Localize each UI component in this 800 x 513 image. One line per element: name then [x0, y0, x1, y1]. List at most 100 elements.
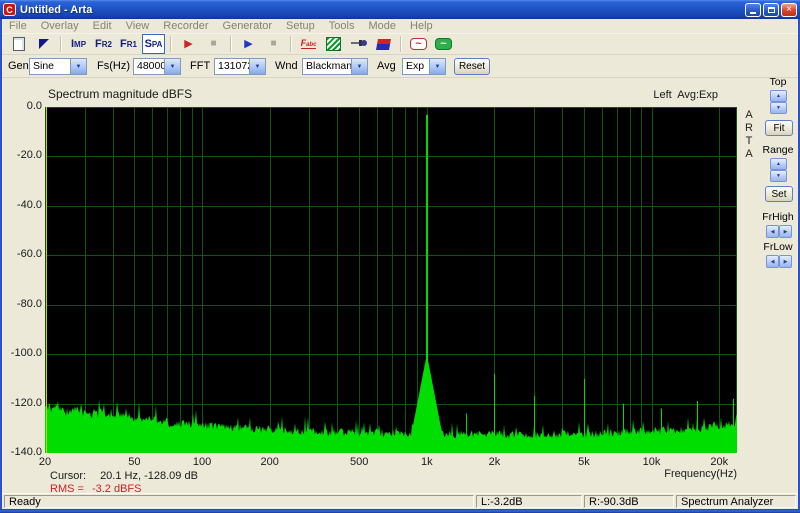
signal-generator-button[interactable]: ~ [407, 34, 430, 54]
arrow-down-icon: ▼ [776, 173, 781, 179]
status-ready: Ready [4, 495, 474, 508]
window-select[interactable]: Blackman3 ▼ [302, 58, 368, 75]
maximize-button[interactable] [763, 2, 779, 17]
minimize-icon [750, 12, 756, 14]
window-value: Blackman3 [306, 60, 351, 72]
x-tick-label: 10k [642, 456, 661, 468]
fft-label: FFT [190, 60, 211, 72]
menu-bar: File Overlay Edit View Recorder Generator Setu… [2, 19, 798, 33]
fft-size-select[interactable]: 131072 ▼ [214, 58, 266, 75]
menu-tools[interactable]: Tools [322, 20, 362, 32]
control-bar: Gen Sine ▼ Fs(Hz) 48000 ▼ FFT 131072 ▼ W… [2, 55, 798, 78]
y-tick-label: -20.0 [16, 149, 42, 162]
menu-view[interactable]: View [119, 20, 157, 32]
generator-play-button[interactable]: ▶ [237, 34, 260, 54]
imp-mode-button[interactable]: IMP [67, 34, 90, 54]
wnd-label: Wnd [275, 60, 298, 72]
frlow-left-button[interactable]: ◀ [766, 255, 779, 268]
window-title: Untitled - Arta [20, 3, 93, 16]
scope-button[interactable]: ~ [432, 34, 455, 54]
chevron-down-icon[interactable]: ▼ [351, 59, 367, 74]
range-spinner: ▲ ▼ [770, 158, 787, 182]
top-up-button[interactable]: ▲ [770, 90, 787, 102]
y-tick-label: 0.0 [26, 100, 42, 112]
cursor-readout-value: 20.1 Hz, -128.09 dB [100, 470, 198, 482]
cursor-readout: Cursor: 20.1 Hz, -128.09 dB [50, 470, 198, 482]
status-right-level-text: R:-90.3dB [589, 495, 639, 508]
avg-label: Avg [377, 60, 396, 72]
menu-mode[interactable]: Mode [361, 20, 403, 32]
arta-window: C Untitled - Arta × File Overlay Edit View R… [0, 0, 800, 513]
overlay-flag-button[interactable] [32, 34, 55, 54]
record-play-icon: ▶ [184, 37, 193, 50]
menu-edit[interactable]: Edit [86, 20, 119, 32]
generator-stop-icon: ■ [270, 38, 277, 49]
plot-border [45, 107, 737, 453]
chevron-down-icon[interactable]: ▼ [164, 59, 180, 74]
record-start-button[interactable]: ▶ [177, 34, 200, 54]
status-mode: Spectrum Analyzer [676, 495, 796, 508]
arrow-right-icon: ▶ [783, 258, 788, 265]
fr1-mode-button-label: FR1 [120, 37, 137, 50]
maximize-icon [767, 6, 775, 13]
new-document-icon [12, 37, 25, 51]
microphone-button[interactable] [347, 34, 370, 54]
toolbar-separator [290, 36, 292, 52]
arrow-up-icon: ▲ [776, 93, 781, 99]
chevron-down-icon[interactable]: ▼ [70, 59, 86, 74]
sample-rate-select[interactable]: 48000 ▼ [133, 58, 181, 75]
status-left-level: L:-3.2dB [476, 495, 582, 508]
top-down-button[interactable]: ▼ [770, 102, 787, 114]
chevron-down-icon[interactable]: ▼ [249, 59, 265, 74]
overlay-colors-button[interactable] [372, 34, 395, 54]
reset-button[interactable]: Reset [454, 58, 490, 75]
close-button[interactable]: × [781, 2, 797, 17]
menu-generator[interactable]: Generator [216, 20, 280, 32]
set-button-label: Set [771, 188, 787, 200]
set-button[interactable]: Set [765, 186, 793, 202]
menu-help[interactable]: Help [403, 20, 440, 32]
title-bar[interactable]: C Untitled - Arta × [0, 0, 800, 19]
generator-type-select[interactable]: Sine ▼ [29, 58, 87, 75]
menu-overlay[interactable]: Overlay [34, 20, 86, 32]
window-function-button[interactable] [322, 34, 345, 54]
menu-setup[interactable]: Setup [279, 20, 322, 32]
menu-file[interactable]: File [2, 20, 34, 32]
arta-watermark: ARTA [745, 109, 753, 160]
window-border-bottom[interactable] [0, 509, 800, 513]
calibrate-button[interactable]: Fabc [297, 34, 320, 54]
x-tick-label: 5k [578, 456, 590, 468]
frlow-spinner: ◀ ▶ [766, 255, 792, 268]
y-tick-label: -80.0 [16, 297, 42, 310]
minimize-button[interactable] [745, 2, 761, 17]
fit-button[interactable]: Fit [765, 120, 793, 136]
generator-stop-button[interactable]: ■ [262, 34, 285, 54]
sample-rate-value: 48000 [137, 60, 164, 72]
reset-button-label: Reset [458, 61, 486, 72]
range-down-button[interactable]: ▼ [770, 170, 787, 182]
arrow-up-icon: ▲ [776, 161, 781, 167]
fr2-mode-button[interactable]: FR2 [92, 34, 115, 54]
cursor-readout-label: Cursor: [50, 470, 87, 482]
status-ready-text: Ready [9, 495, 41, 508]
chevron-down-icon[interactable]: ▼ [429, 59, 445, 74]
new-file-button[interactable] [7, 34, 30, 54]
averaging-select[interactable]: Exp ▼ [402, 58, 446, 75]
menu-recorder[interactable]: Recorder [156, 20, 215, 32]
range-up-button[interactable]: ▲ [770, 158, 787, 170]
fit-button-label: Fit [773, 122, 785, 134]
arrow-left-icon: ◀ [770, 258, 775, 265]
fr1-mode-button[interactable]: FR1 [117, 34, 140, 54]
record-stop-button[interactable]: ■ [202, 34, 225, 54]
y-tick-label: -40.0 [16, 198, 42, 211]
channel-average-info: Left Avg:Exp [653, 89, 718, 101]
frhigh-left-button[interactable]: ◀ [766, 225, 779, 238]
spectrum-plot[interactable] [45, 107, 737, 453]
averaging-value: Exp [406, 60, 425, 72]
toolbar: IMP FR2 FR1 SPA ▶ ■ ▶ ■ Fabc ~ ~ [2, 33, 798, 55]
y-tick-label: -120.0 [10, 396, 42, 409]
spa-mode-button[interactable]: SPA [142, 34, 165, 54]
y-tick-label: -140.0 [10, 446, 42, 458]
frhigh-right-button[interactable]: ▶ [779, 225, 792, 238]
frlow-right-button[interactable]: ▶ [779, 255, 792, 268]
